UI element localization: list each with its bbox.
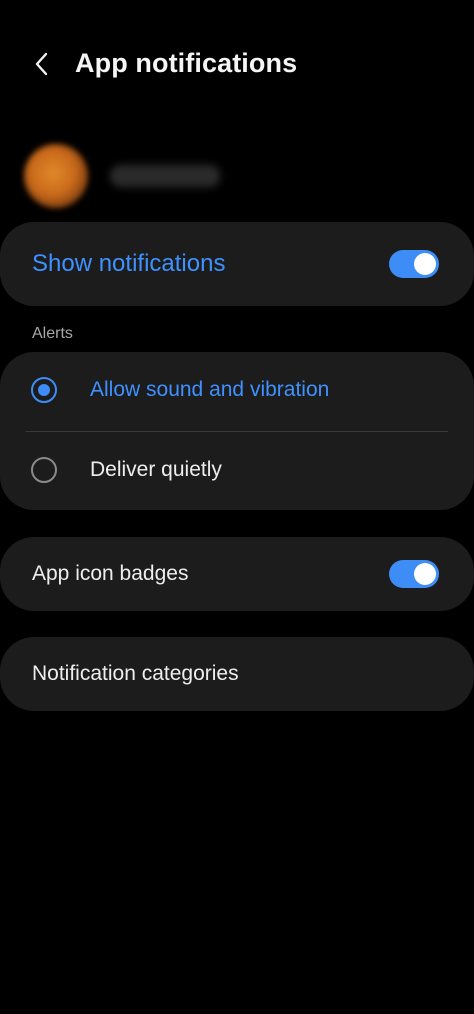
back-button[interactable]	[22, 44, 62, 84]
alerts-card: Allow sound and vibration Deliver quietl…	[0, 352, 474, 510]
deliver-quietly-label: Deliver quietly	[90, 458, 222, 481]
notification-categories-label: Notification categories	[32, 662, 239, 685]
show-notifications-row[interactable]: Show notifications	[0, 222, 474, 306]
show-notifications-toggle[interactable]	[389, 250, 439, 278]
app-name	[110, 165, 220, 187]
app-icon-badges-label: App icon badges	[32, 562, 189, 585]
radio-unchecked-icon[interactable]	[31, 457, 57, 483]
allow-sound-vibration-label: Allow sound and vibration	[90, 378, 330, 401]
alerts-section-label: Alerts	[32, 325, 73, 342]
toggle-knob	[414, 563, 436, 585]
toggle-knob	[414, 253, 436, 275]
radio-checked-icon[interactable]	[31, 377, 57, 403]
app-icon-badges-toggle[interactable]	[389, 560, 439, 588]
chevron-left-icon	[35, 52, 48, 76]
radio-dot	[38, 384, 50, 396]
notification-categories-row[interactable]: Notification categories	[0, 637, 474, 711]
header: App notifications	[0, 30, 474, 98]
show-notifications-label: Show notifications	[32, 250, 226, 277]
deliver-quietly-option[interactable]: Deliver quietly	[0, 432, 474, 510]
app-info	[24, 144, 454, 208]
app-notifications-screen: App notifications Show notifications Ale…	[0, 0, 474, 1014]
allow-sound-vibration-option[interactable]: Allow sound and vibration	[0, 352, 474, 430]
app-icon	[24, 144, 88, 208]
app-icon-badges-row[interactable]: App icon badges	[0, 537, 474, 611]
page-title: App notifications	[75, 48, 298, 78]
